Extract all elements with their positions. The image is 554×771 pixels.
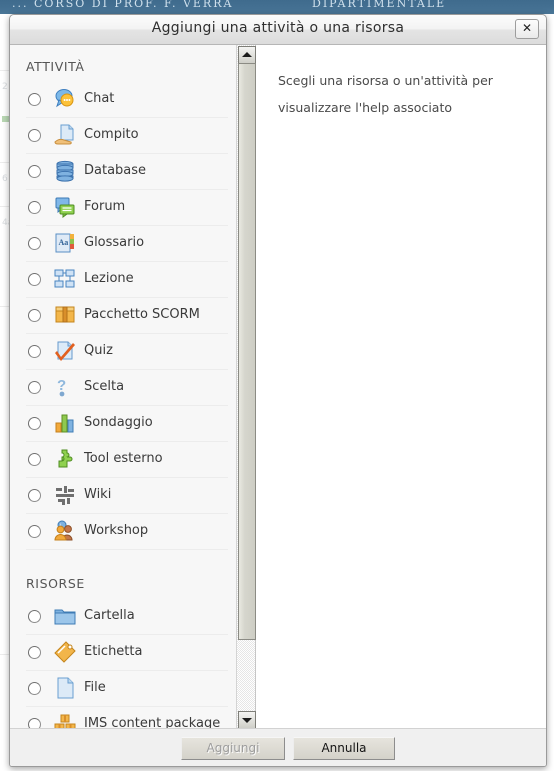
- radio-button[interactable]: [28, 201, 41, 214]
- activity-option-row[interactable]: IMS content package: [26, 707, 228, 728]
- radio-button[interactable]: [28, 682, 41, 695]
- section-heading-resources: RISORSE: [26, 576, 85, 591]
- svg-text:Aa: Aa: [59, 238, 69, 247]
- svg-text:?: ?: [57, 377, 66, 394]
- radio-button[interactable]: [28, 93, 41, 106]
- activity-option-label: Database: [84, 163, 147, 178]
- site-banner: ... CORSO DI PROF. F. VERRA DIPARTIMENTA…: [0, 0, 554, 14]
- dialog-footer: Aggiungi Annulla: [10, 728, 546, 766]
- dialog-titlebar[interactable]: Aggiungi una attività o una risorsa ✕: [10, 15, 546, 45]
- assignment-icon: [53, 123, 77, 147]
- activity-option-label: Chat: [84, 91, 115, 106]
- activity-option-row[interactable]: Pacchetto SCORM: [26, 298, 228, 334]
- database-icon: [53, 159, 77, 183]
- dialog-body: ATTIVITÀ Chat Compito Database Forum Aa Glossa…: [10, 45, 546, 729]
- activity-option-label: IMS content package: [84, 716, 221, 728]
- activity-option-row[interactable]: Tool esterno: [26, 442, 228, 478]
- activity-option-label: Scelta: [84, 379, 125, 394]
- activity-option-label: Tool esterno: [84, 451, 163, 466]
- activity-chooser-list: ATTIVITÀ Chat Compito Database Forum Aa Glossa…: [10, 45, 237, 728]
- activity-option-row[interactable]: Cartella: [26, 599, 228, 635]
- activity-option-row[interactable]: Database: [26, 154, 228, 190]
- ims-package-icon: [53, 712, 77, 728]
- radio-button[interactable]: [28, 309, 41, 322]
- radio-button[interactable]: [28, 610, 41, 623]
- activity-option-label: Pacchetto SCORM: [84, 307, 200, 322]
- survey-icon: [53, 411, 77, 435]
- activity-option-row[interactable]: Sondaggio: [26, 406, 228, 442]
- help-text: Scegli una risorsa o un'attività per vis…: [278, 73, 493, 115]
- scroll-up-arrow-icon[interactable]: [238, 46, 256, 64]
- banner-course-title: ... CORSO DI PROF. F. VERRA: [12, 0, 234, 10]
- radio-button[interactable]: [28, 453, 41, 466]
- scorm-package-icon: [53, 303, 77, 327]
- activity-option-label: Glossario: [84, 235, 145, 250]
- radio-button[interactable]: [28, 525, 41, 538]
- banner-department-title: DIPARTIMENTALE: [312, 0, 447, 10]
- activity-option-label: Wiki: [84, 487, 112, 502]
- activity-option-row[interactable]: ? Scelta: [26, 370, 228, 406]
- radio-button[interactable]: [28, 489, 41, 502]
- activity-option-row[interactable]: Chat: [26, 82, 228, 118]
- add-button[interactable]: Aggiungi: [181, 737, 285, 760]
- radio-button[interactable]: [28, 718, 41, 728]
- wiki-icon: [53, 483, 77, 507]
- file-icon: [53, 676, 77, 700]
- radio-button[interactable]: [28, 273, 41, 286]
- background-status-dot: [2, 116, 9, 122]
- choice-icon: ?: [53, 375, 77, 399]
- radio-button[interactable]: [28, 129, 41, 142]
- close-icon[interactable]: ✕: [515, 19, 539, 39]
- lesson-icon: [53, 267, 77, 291]
- label-icon: [53, 640, 77, 664]
- help-pane: Scegli una risorsa o un'attività per vis…: [256, 45, 546, 728]
- glossary-icon: Aa: [53, 231, 77, 255]
- activity-list-scroll-content: ATTIVITÀ Chat Compito Database Forum Aa Glossa…: [10, 45, 236, 728]
- radio-button[interactable]: [28, 417, 41, 430]
- vertical-scrollbar[interactable]: [237, 45, 256, 729]
- activity-option-row[interactable]: Compito: [26, 118, 228, 154]
- background-ghost-mark: 6: [2, 174, 8, 184]
- activity-option-label: Workshop: [84, 523, 149, 538]
- activity-option-row[interactable]: Lezione: [26, 262, 228, 298]
- chat-icon: [53, 87, 77, 111]
- folder-icon: [53, 604, 77, 628]
- radio-button[interactable]: [28, 237, 41, 250]
- activity-option-row[interactable]: Quiz: [26, 334, 228, 370]
- activity-option-row[interactable]: Forum: [26, 190, 228, 226]
- radio-button[interactable]: [28, 381, 41, 394]
- activity-option-row[interactable]: i Workshop: [26, 514, 228, 550]
- background-ghost-mark: 2: [2, 82, 8, 92]
- radio-button[interactable]: [28, 345, 41, 358]
- activity-option-label: Forum: [84, 199, 126, 214]
- radio-button[interactable]: [28, 646, 41, 659]
- cancel-button[interactable]: Annulla: [293, 737, 395, 760]
- scroll-down-arrow-icon[interactable]: [238, 711, 256, 729]
- quiz-icon: [53, 339, 77, 363]
- activity-option-row[interactable]: File: [26, 671, 228, 707]
- add-activity-dialog: Aggiungi una attività o una risorsa ✕ AT…: [9, 14, 547, 767]
- radio-button[interactable]: [28, 165, 41, 178]
- activity-option-label: Lezione: [84, 271, 134, 286]
- activity-option-row[interactable]: Etichetta: [26, 635, 228, 671]
- activity-option-label: Quiz: [84, 343, 113, 358]
- activity-option-label: Compito: [84, 127, 139, 142]
- activity-option-row[interactable]: Wiki: [26, 478, 228, 514]
- activity-option-label: Sondaggio: [84, 415, 153, 430]
- activity-option-label: Cartella: [84, 608, 135, 623]
- activity-option-label: File: [84, 680, 106, 695]
- external-tool-icon: [53, 447, 77, 471]
- forum-icon: [53, 195, 77, 219]
- scrollbar-thumb[interactable]: [238, 63, 256, 640]
- workshop-icon: i: [53, 519, 77, 543]
- activity-option-row[interactable]: Aa Glossario: [26, 226, 228, 262]
- dialog-title: Aggiungi una attività o una risorsa: [151, 20, 405, 36]
- section-heading-activities: ATTIVITÀ: [26, 59, 85, 74]
- activity-option-label: Etichetta: [84, 644, 143, 659]
